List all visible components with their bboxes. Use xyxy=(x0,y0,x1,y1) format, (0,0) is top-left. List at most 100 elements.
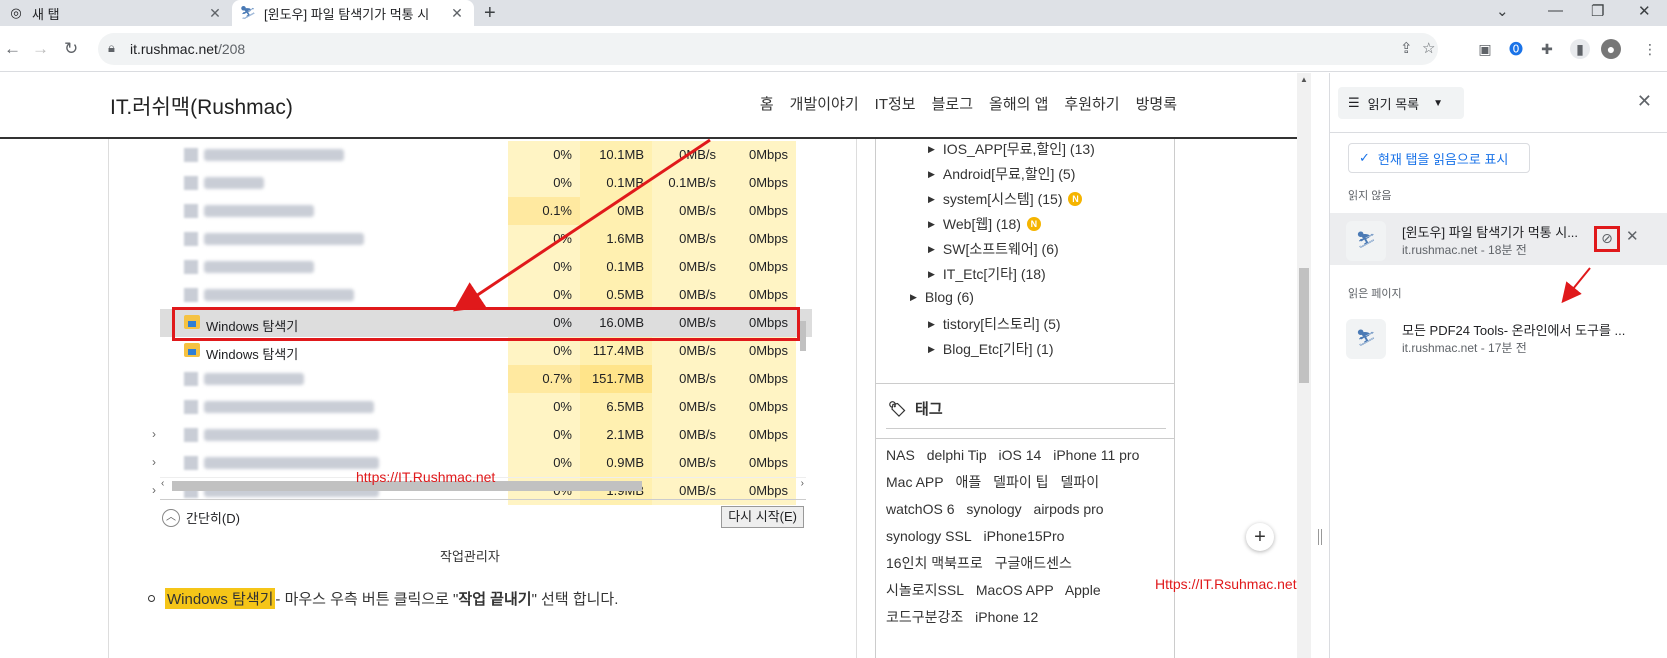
side-panel-icon[interactable]: ▮ xyxy=(1570,39,1590,59)
scroll-left-icon[interactable]: ‹ xyxy=(161,478,164,489)
close-icon[interactable]: ✕ xyxy=(206,5,224,22)
tag-link[interactable]: 애플 xyxy=(955,474,981,490)
item-title: 모든 PDF24 Tools- 온라인에서 도구를 ... xyxy=(1402,323,1626,338)
minimize-icon[interactable]: — xyxy=(1548,2,1563,19)
category-item[interactable]: ▶ Blog (6) xyxy=(910,289,974,305)
restart-button[interactable]: 다시 시작(E) xyxy=(721,506,804,528)
scrollbar-thumb[interactable] xyxy=(800,321,806,351)
tag-link[interactable]: 델파이 팁 xyxy=(993,474,1048,490)
tag-box: 🏷︎ 태그 NAS delphi Tip iOS 14 iPhone 11 pro… xyxy=(875,383,1175,658)
bookmark-star-icon[interactable]: ☆ xyxy=(1422,39,1435,59)
category-item[interactable]: ▶ Android[무료,할인] (5) xyxy=(928,164,1075,184)
panel-type-select[interactable]: ☰ 읽기 목록 ▼ xyxy=(1338,87,1464,119)
tag-link[interactable]: airpods pro xyxy=(1034,501,1104,517)
divider xyxy=(856,139,857,658)
tag-link[interactable]: delphi Tip xyxy=(927,447,987,463)
net-cell: 0Mbps xyxy=(724,449,796,477)
nav-app[interactable]: 올해의 앱 xyxy=(989,93,1048,114)
page-scrollbar[interactable]: ▲ xyxy=(1297,73,1311,658)
nav-donate[interactable]: 후원하기 xyxy=(1064,93,1119,114)
reading-list-item[interactable]: ⛷ 모든 PDF24 Tools- 온라인에서 도구를 ... it.rushm… xyxy=(1330,311,1667,363)
tag-link[interactable]: 구글애드센스 xyxy=(995,555,1072,571)
close-icon[interactable]: ✕ xyxy=(1637,91,1652,112)
category-item[interactable]: ▶ Blog_Etc[기타] (1) xyxy=(928,339,1054,359)
extensions-puzzle-icon[interactable]: ✚ xyxy=(1537,39,1557,59)
chevron-right-icon[interactable]: › xyxy=(152,455,156,469)
mark-as-read-icon[interactable]: ⊘ xyxy=(1594,226,1620,252)
tag-link[interactable]: NAS xyxy=(886,447,915,463)
new-tab-button[interactable]: + xyxy=(484,2,496,25)
scroll-right-icon[interactable]: › xyxy=(801,478,804,489)
restore-icon[interactable]: ❐ xyxy=(1591,2,1604,20)
share-icon[interactable]: ⇪ xyxy=(1400,39,1413,59)
grip-icon[interactable] xyxy=(1318,529,1322,545)
tag-link[interactable]: 코드구분강조 xyxy=(886,609,963,625)
tab-new-tab[interactable]: ◎ 새 탭 ✕ xyxy=(0,0,232,26)
category-item[interactable]: ▶ system[시스템] (15) N xyxy=(928,189,1083,209)
category-item[interactable]: ▶ Web[웹] (18) N xyxy=(928,214,1041,234)
reload-icon[interactable]: ↻ xyxy=(64,39,78,59)
cast-icon[interactable]: ▣ xyxy=(1475,39,1495,59)
table-row: 0% 10.1MB 0MB/s 0Mbps xyxy=(160,141,812,169)
menu-kebab-icon[interactable]: ⋮ xyxy=(1640,39,1660,59)
disk-cell: 0MB/s xyxy=(652,393,724,421)
tag-link[interactable]: iOS 14 xyxy=(999,447,1042,463)
nav-it[interactable]: IT정보 xyxy=(875,93,916,114)
nav-dev[interactable]: 개발이야기 xyxy=(790,93,859,114)
address-bar[interactable]: 🔒︎ it.rushmac.net/208 ⇪ ☆ xyxy=(98,33,1438,65)
site-favicon-icon: ⛷ xyxy=(1346,319,1386,359)
chevron-right-icon[interactable]: › xyxy=(152,483,156,497)
lock-icon[interactable]: 🔒︎ xyxy=(108,40,115,56)
close-window-icon[interactable]: ✕ xyxy=(1638,2,1651,20)
tag-link[interactable]: MacOS APP xyxy=(976,582,1054,598)
category-item[interactable]: ▶ tistory[티스토리] (5) xyxy=(928,314,1061,334)
site-title[interactable]: IT.러쉬맥(Rushmac) xyxy=(110,91,293,121)
tag-link[interactable]: synology xyxy=(966,501,1021,517)
cpu-cell: 0% xyxy=(508,449,580,477)
net-cell: 0Mbps xyxy=(724,393,796,421)
close-icon[interactable]: ✕ xyxy=(448,5,466,22)
avatar[interactable]: ● xyxy=(1601,39,1621,59)
task-manager-scrollbar[interactable] xyxy=(798,141,808,471)
cpu-cell: 0% xyxy=(508,169,580,197)
scroll-up-icon[interactable]: ▲ xyxy=(1300,75,1308,84)
cpu-cell: 0% xyxy=(508,421,580,449)
nav-guestbook[interactable]: 방명록 xyxy=(1136,93,1177,114)
folder-icon xyxy=(184,343,200,357)
side-panel-resizer[interactable] xyxy=(1311,73,1329,658)
process-icon xyxy=(184,204,198,218)
back-icon[interactable]: ← xyxy=(4,39,21,59)
mark-current-tab-read-button[interactable]: ✓ 현재 탭을 읽음으로 표시 xyxy=(1348,143,1530,173)
password-manager-icon[interactable]: ⓿ xyxy=(1506,39,1526,59)
nav-home[interactable]: 홈 xyxy=(760,93,774,114)
scrollbar-thumb[interactable] xyxy=(1299,268,1309,383)
category-item[interactable]: ▶ IOS_APP[무료,할인] (13) xyxy=(928,139,1095,159)
reading-list-item[interactable]: ⛷ [윈도우] 파일 탐색기가 먹통 시... it.rushmac.net -… xyxy=(1330,213,1667,265)
floating-plus-button[interactable]: + xyxy=(1246,523,1274,551)
tag-link[interactable]: 16인치 맥북프로 xyxy=(886,555,983,571)
tag-link[interactable]: Mac APP xyxy=(886,474,944,490)
tag-link[interactable]: 델파이 xyxy=(1060,474,1099,490)
disk-cell: 0MB/s xyxy=(652,141,724,169)
tag-link[interactable]: iPhone 11 pro xyxy=(1053,447,1139,463)
forward-icon[interactable]: → xyxy=(32,39,49,59)
nav-blog[interactable]: 블로그 xyxy=(932,93,973,114)
tag-link[interactable]: iPhone15Pro xyxy=(984,528,1065,544)
net-cell: 0Mbps xyxy=(724,253,796,281)
tab-search-chevron-icon[interactable]: ⌄ xyxy=(1496,2,1509,20)
table-row-explorer[interactable]: Windows 탐색기 0% 117.4MB 0MB/s 0Mbps xyxy=(160,337,812,365)
chevron-right-icon[interactable]: › xyxy=(152,427,156,441)
tag-link[interactable]: synology SSL xyxy=(886,528,972,544)
tag-link[interactable]: 시놀로지SSL xyxy=(886,582,964,598)
tab-article[interactable]: ⛷ [윈도우] 파일 탐색기가 먹통 시 ✕ xyxy=(232,0,474,26)
tag-link[interactable]: Apple xyxy=(1065,582,1101,598)
tag-link[interactable]: watchOS 6 xyxy=(886,501,954,517)
mem-cell: 0MB xyxy=(580,197,652,225)
category-item[interactable]: ▶ IT_Etc[기타] (18) xyxy=(928,264,1046,284)
mem-cell: 117.4MB xyxy=(580,337,652,365)
mem-cell: 0.1MB xyxy=(580,253,652,281)
tag-link[interactable]: iPhone 12 xyxy=(975,609,1038,625)
fewer-details-button[interactable]: ︿ 간단히(D) xyxy=(162,508,240,527)
category-item[interactable]: ▶ SW[소프트웨어] (6) xyxy=(928,239,1059,259)
close-icon[interactable]: ✕ xyxy=(1626,227,1639,245)
